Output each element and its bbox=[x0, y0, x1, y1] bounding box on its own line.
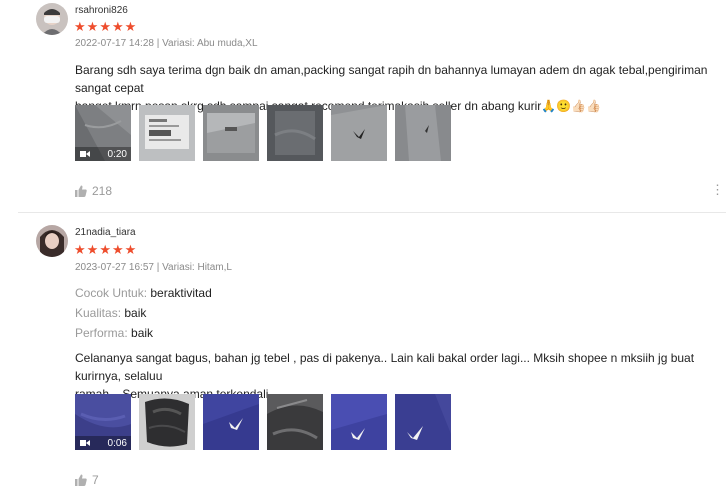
attribute-value: baik bbox=[124, 306, 147, 320]
avatar[interactable] bbox=[36, 225, 68, 257]
star-icon: ★ bbox=[111, 242, 124, 257]
review-image-thumbnail[interactable] bbox=[203, 394, 259, 450]
attribute-value: baik bbox=[131, 326, 154, 340]
star-icon: ★ bbox=[86, 242, 99, 257]
like-button[interactable]: 218 bbox=[75, 184, 112, 198]
review-image-thumbnail[interactable] bbox=[203, 105, 259, 161]
thumbs-up-icon bbox=[75, 474, 87, 486]
review-image-thumbnail[interactable] bbox=[267, 394, 323, 450]
attribute-value: beraktivitad bbox=[150, 286, 212, 300]
review-text-line: Celananya sangat bagus, bahan jg tebel ,… bbox=[75, 351, 695, 383]
star-icon: ★ bbox=[124, 242, 137, 257]
review-attribute: Cocok Untuk: beraktivitad bbox=[75, 286, 212, 300]
video-duration: 0:20 bbox=[107, 148, 127, 160]
review-image-thumbnail[interactable] bbox=[139, 394, 195, 450]
star-icon: ★ bbox=[86, 19, 99, 34]
star-rating: ★ ★ ★ ★ ★ bbox=[74, 20, 136, 33]
like-count: 7 bbox=[92, 473, 99, 487]
review-image-thumbnail[interactable] bbox=[395, 394, 451, 450]
review-video-thumbnail[interactable]: 0:06 bbox=[75, 394, 131, 450]
video-camera-icon bbox=[80, 151, 90, 157]
review-attribute: Kualitas: baik bbox=[75, 306, 146, 320]
review-meta: 2022-07-17 14:28 | Variasi: Abu muda,XL bbox=[75, 38, 258, 49]
more-dots-icon[interactable]: ⋮ bbox=[711, 183, 724, 196]
attribute-label: Performa: bbox=[75, 326, 128, 340]
attribute-label: Kualitas: bbox=[75, 306, 122, 320]
star-icon: ★ bbox=[124, 19, 137, 34]
star-icon: ★ bbox=[74, 19, 86, 34]
star-icon: ★ bbox=[99, 242, 111, 257]
star-icon: ★ bbox=[74, 242, 86, 257]
video-duration: 0:06 bbox=[107, 437, 127, 449]
video-camera-icon bbox=[80, 440, 90, 446]
review-media: 0:20 bbox=[75, 105, 451, 161]
review-meta: 2023-07-27 16:57 | Variasi: Hitam,L bbox=[75, 262, 232, 273]
thumbs-up-icon bbox=[75, 185, 87, 197]
like-button[interactable]: 7 bbox=[75, 473, 99, 487]
review-text-line: Barang sdh saya terima dgn baik dn aman,… bbox=[75, 63, 708, 95]
review-item: 21nadia_tiara ★ ★ ★ ★ ★ 2023-07-27 16:57… bbox=[0, 213, 726, 488]
review-item: rsahroni826 ★ ★ ★ ★ ★ 2022-07-17 14:28 |… bbox=[0, 0, 726, 212]
review-video-thumbnail[interactable]: 0:20 bbox=[75, 105, 131, 161]
review-image-thumbnail[interactable] bbox=[139, 105, 195, 161]
review-username[interactable]: 21nadia_tiara bbox=[75, 227, 136, 238]
attribute-label: Cocok Untuk: bbox=[75, 286, 148, 300]
star-icon: ★ bbox=[99, 19, 111, 34]
like-count: 218 bbox=[92, 184, 113, 198]
review-image-thumbnail[interactable] bbox=[331, 105, 387, 161]
star-icon: ★ bbox=[111, 19, 124, 34]
review-attribute: Performa: baik bbox=[75, 326, 153, 340]
review-username[interactable]: rsahroni826 bbox=[75, 5, 128, 16]
review-image-thumbnail[interactable] bbox=[331, 394, 387, 450]
avatar[interactable] bbox=[36, 3, 68, 35]
review-media: 0:06 bbox=[75, 394, 451, 450]
review-image-thumbnail[interactable] bbox=[267, 105, 323, 161]
star-rating: ★ ★ ★ ★ ★ bbox=[74, 243, 136, 256]
review-image-thumbnail[interactable] bbox=[395, 105, 451, 161]
